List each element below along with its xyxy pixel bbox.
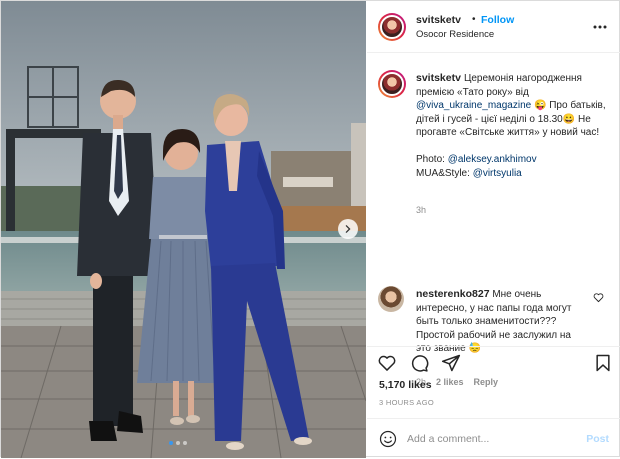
- caption-text: svitsketv Церемонія нагородження премією …: [416, 72, 612, 180]
- carousel-indicator: [169, 441, 187, 445]
- follow-button[interactable]: Follow: [481, 14, 514, 26]
- emoji-icon[interactable]: [379, 430, 397, 448]
- carousel-dot-1: [169, 441, 173, 445]
- caption-photo-label: Photo:: [416, 154, 448, 165]
- post-actions: 5,170 likes 3 HOURS AGO Post: [367, 346, 620, 458]
- carousel-next-button[interactable]: [338, 219, 358, 239]
- more-icon[interactable]: [593, 20, 607, 34]
- caption-mention-magazine[interactable]: @viva_ukraine_magazine: [416, 100, 531, 111]
- post-sidebar: svitsketv • Follow Osocor Residence svit…: [367, 1, 620, 458]
- add-comment-bar: Post: [367, 418, 620, 459]
- carousel-dot-2: [176, 441, 180, 445]
- likes-count[interactable]: 5,170 likes: [379, 379, 432, 391]
- instagram-post: svitsketv • Follow Osocor Residence svit…: [0, 0, 620, 458]
- share-icon[interactable]: [441, 353, 461, 373]
- chevron-right-icon: [345, 225, 351, 233]
- photo-illustration: [1, 1, 366, 458]
- post-timestamp: 3 HOURS AGO: [379, 398, 434, 407]
- commenter-username[interactable]: nesterenko827: [416, 288, 490, 300]
- author-username[interactable]: svitsketv: [416, 14, 461, 26]
- bookmark-icon[interactable]: [593, 353, 613, 373]
- heart-small-icon[interactable]: [593, 292, 604, 303]
- caption-time: 3h: [416, 205, 427, 215]
- caption-mua-label: MUA&Style:: [416, 167, 473, 179]
- carousel-dot-3: [183, 441, 187, 445]
- post-comment-button[interactable]: Post: [586, 433, 609, 445]
- caption-mention-photographer[interactable]: @aleksey.ankhimov: [448, 154, 537, 165]
- caption-mention-stylist[interactable]: @virtsyulia: [473, 168, 522, 179]
- post-photo[interactable]: [1, 1, 366, 458]
- header-bullet: •: [472, 14, 476, 25]
- post-header: svitsketv • Follow Osocor Residence: [367, 1, 620, 53]
- caption-username[interactable]: svitsketv: [416, 72, 461, 84]
- caption-avatar[interactable]: [378, 70, 406, 98]
- comment-icon[interactable]: [409, 353, 429, 373]
- author-avatar[interactable]: [378, 13, 406, 41]
- comment-input[interactable]: [407, 428, 577, 450]
- commenter-avatar[interactable]: [378, 286, 404, 312]
- post-caption: svitsketv Церемонія нагородження премією …: [367, 54, 620, 387]
- post-location[interactable]: Osocor Residence: [416, 29, 494, 40]
- heart-icon[interactable]: [377, 353, 397, 373]
